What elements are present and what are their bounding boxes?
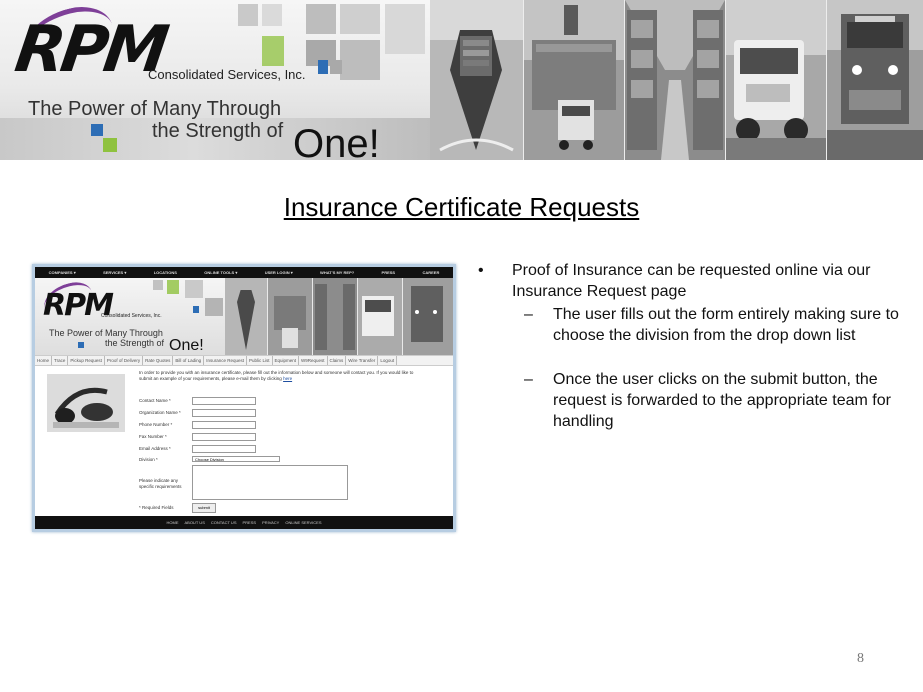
train-photo [827,0,923,160]
tagline-line-2: the Strength of [152,120,284,142]
mini-tab-bar: Home Trace Pickup Request Proof of Deliv… [35,355,453,366]
mini-field-label: Phone Number * [139,422,173,427]
mini-field-label: Contact Name * [139,398,171,403]
company-logo: RPM [10,13,170,87]
mini-footer: HOME ABOUT US CONTACT US PRESS PRIVACY O… [35,516,453,529]
mini-field-label: Division * [139,457,158,462]
mini-nav-item: CAREER [422,270,440,275]
mini-tab: Public List [247,356,273,365]
mini-nav-bar: COMPANIES ▾ SERVICES ▾ LOCATIONS ONLINE … [35,267,453,278]
company-name: Consolidated Services, Inc. [148,67,306,82]
deco-square [306,4,336,34]
mini-tab: Pickup Request [68,356,105,365]
mini-intro-text: In order to provide you with an insuranc… [139,370,419,382]
mini-footer-link: PRESS [242,520,257,525]
mini-form-area: In order to provide you with an insuranc… [35,366,453,514]
mini-email-field [192,445,256,453]
mini-requirements-label-1: Please indicate any [139,478,179,483]
mini-field-label: Fax Number * [139,434,167,439]
dash-marker: – [524,306,533,323]
mini-requirements-label-2: specific requirements [139,484,182,489]
insurance-request-page-screenshot: COMPANIES ▾ SERVICES ▾ LOCATIONS ONLINE … [32,264,456,532]
mini-footer-link: CONTACT US [210,520,237,525]
cargo-ship-photo [430,0,523,160]
page-number: 8 [857,651,864,666]
mini-requirements-textarea [192,465,348,500]
slide-title: Insurance Certificate Requests [283,192,640,222]
bullet-text: Proof of Insurance can be requested onli… [512,262,871,300]
mini-intro-link: here [283,376,293,381]
mini-tab: Logout [378,356,398,365]
deco-blue-square [318,60,328,74]
mini-field-label: Organization Name * [139,410,181,415]
mini-banner: RPM Consolidated Services, Inc. The Powe… [35,278,453,355]
tagline-line-1: The Power of Many Through [28,98,282,120]
mini-nav-item: SERVICES ▾ [103,270,127,275]
mini-nav-item: ONLINE TOOLS ▾ [204,270,238,275]
mini-company-name: Consolidated Services, Inc. [101,313,162,319]
mini-field-label: Email Address * [139,446,171,451]
mini-nav-item: COMPANIES ▾ [48,270,76,275]
deco-square [238,4,258,26]
mini-tab: Insurance Request [204,356,247,365]
bullet-item: • Proof of Insurance can be requested on… [470,260,910,302]
bullet-list: • Proof of Insurance can be requested on… [470,260,910,432]
mini-nav-item: USER LOGIN ▾ [264,270,293,275]
mini-footer-link: ABOUT US [184,520,205,525]
mini-fax-field [192,433,256,441]
mini-division-value: Choose Division [195,457,224,462]
mini-contact-name-field [192,397,256,405]
deco-square [262,4,282,26]
tagline-one: One! [293,122,380,160]
mini-footer-link: HOME [166,520,179,525]
mini-intro-body: In order to provide you with an insuranc… [139,370,414,381]
mini-nav-item: PRESS [381,270,396,275]
deco-green-square [262,36,284,66]
mini-division-select: Choose Division [192,456,280,462]
deco-square [340,40,380,80]
sub-bullet-item: – Once the user clicks on the submit but… [470,369,910,432]
deco-square [330,60,342,74]
mini-tagline-1: The Power of Many Through [49,328,163,338]
sub-bullet-text: Once the user clicks on the submit butto… [553,371,891,430]
mini-organization-field [192,409,256,417]
deco-green-square [103,138,117,152]
mini-tab: Home [35,356,53,365]
sub-bullet-item: – The user fills out the form entirely m… [470,304,910,346]
deco-blue-square [91,124,103,136]
mini-phone-field [192,421,256,429]
header-banner: RPM Consolidated Services, Inc. The Powe… [0,0,923,160]
dash-marker: – [524,371,533,388]
mini-nav-item: WHAT'S MY REP? [320,270,355,275]
mini-tab: Equipment [273,356,300,365]
mini-footer-link: ONLINE SERVICES [285,520,322,525]
bullet-marker: • [478,262,484,279]
mini-submit-button: submit [192,503,216,513]
mini-tab: Bill of Lading [173,356,205,365]
mini-tab: Claims [328,356,347,365]
mini-tab: W9Request [299,356,328,365]
mini-tagline-one: One! [169,337,204,354]
semi-truck-photo [726,0,826,160]
mini-tab: Wire Transfer [346,356,379,365]
deco-square [340,4,380,34]
dock-truck-photo [524,0,624,160]
sub-bullet-text: The user fills out the form entirely mak… [553,306,899,344]
warehouse-photo [625,0,725,160]
deco-square [385,4,425,54]
mini-required-note: * Required Fields [139,505,174,510]
mini-tagline-2: the Strength of [105,338,165,348]
mini-nav-item: LOCATIONS [153,270,177,275]
mini-tab: Rate Quotes [143,356,174,365]
mini-headset-photo [47,374,125,432]
mini-tab: Proof of Delivery [105,356,144,365]
mini-tab: Trace [52,356,69,365]
mini-footer-link: PRIVACY [262,520,280,525]
